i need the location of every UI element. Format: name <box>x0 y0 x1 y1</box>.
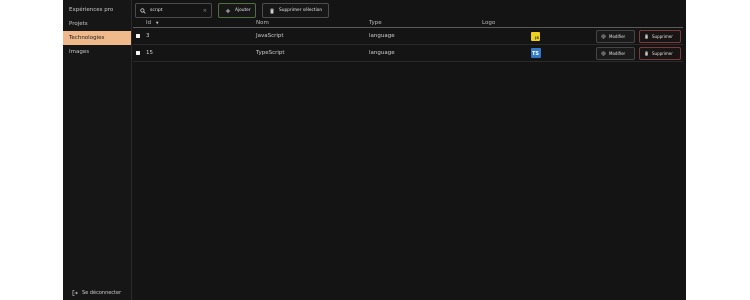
cell-name: JavaScript <box>256 33 284 39</box>
javascript-logo-icon: JS <box>531 32 540 41</box>
column-header-logo[interactable]: Logo <box>482 19 495 28</box>
sort-desc-icon: ▼ <box>155 21 159 25</box>
sidebar-item-technologies[interactable]: Technologies <box>63 31 131 45</box>
logout-icon <box>72 290 78 296</box>
logout-button[interactable]: Se déconnecter <box>72 290 121 296</box>
column-header-nom[interactable]: Nom <box>256 19 269 28</box>
gear-icon <box>601 34 606 39</box>
trash-icon <box>270 7 274 14</box>
cell-type: language <box>369 33 395 39</box>
cell-type: language <box>369 50 395 56</box>
toolbar: × Ajouter Supprimer sélection <box>135 3 329 18</box>
edit-button[interactable]: Modifier <box>596 47 635 60</box>
table-row: 15 TypeScript language TS Modifier Suppr… <box>133 45 683 62</box>
clear-search-icon[interactable]: × <box>203 8 207 14</box>
row-checkbox[interactable] <box>136 34 140 38</box>
delete-selection-button[interactable]: Supprimer sélection <box>262 3 329 18</box>
delete-button[interactable]: Supprimer <box>639 47 681 60</box>
trash-icon <box>645 34 648 39</box>
sidebar-item-projets[interactable]: Projets <box>63 17 131 31</box>
typescript-logo-icon: TS <box>531 48 541 58</box>
search-box: × <box>135 3 212 18</box>
cell-name: TypeScript <box>256 50 285 56</box>
sidebar: Expériences pro Projets Technologies Ima… <box>63 0 132 300</box>
app-window: Expériences pro Projets Technologies Ima… <box>63 0 686 300</box>
column-header-id[interactable]: Id ▼ <box>146 19 159 28</box>
cell-id: 3 <box>146 33 150 39</box>
add-button-label: Ajouter <box>235 8 251 13</box>
column-header-type[interactable]: Type <box>369 19 382 28</box>
search-icon <box>140 7 146 14</box>
plus-icon <box>225 8 231 13</box>
main-content: × Ajouter Supprimer sélection Id ▼ Nom T… <box>133 0 686 300</box>
cell-id: 15 <box>146 50 153 56</box>
row-checkbox[interactable] <box>136 51 140 55</box>
sidebar-item-experiences[interactable]: Expériences pro <box>63 3 131 17</box>
search-input[interactable] <box>150 8 199 13</box>
trash-icon <box>645 51 648 56</box>
edit-button[interactable]: Modifier <box>596 30 635 43</box>
add-button[interactable]: Ajouter <box>218 3 256 18</box>
technologies-table: Id ▼ Nom Type Logo 3 JavaScript language… <box>133 19 683 62</box>
delete-button[interactable]: Supprimer <box>639 30 681 43</box>
logout-label: Se déconnecter <box>82 290 122 296</box>
table-row: 3 JavaScript language JS Modifier Suppri… <box>133 28 683 45</box>
gear-icon <box>601 51 606 56</box>
table-header: Id ▼ Nom Type Logo <box>133 19 683 28</box>
delete-selection-label: Supprimer sélection <box>279 8 323 13</box>
sidebar-item-images[interactable]: Images <box>63 45 131 59</box>
